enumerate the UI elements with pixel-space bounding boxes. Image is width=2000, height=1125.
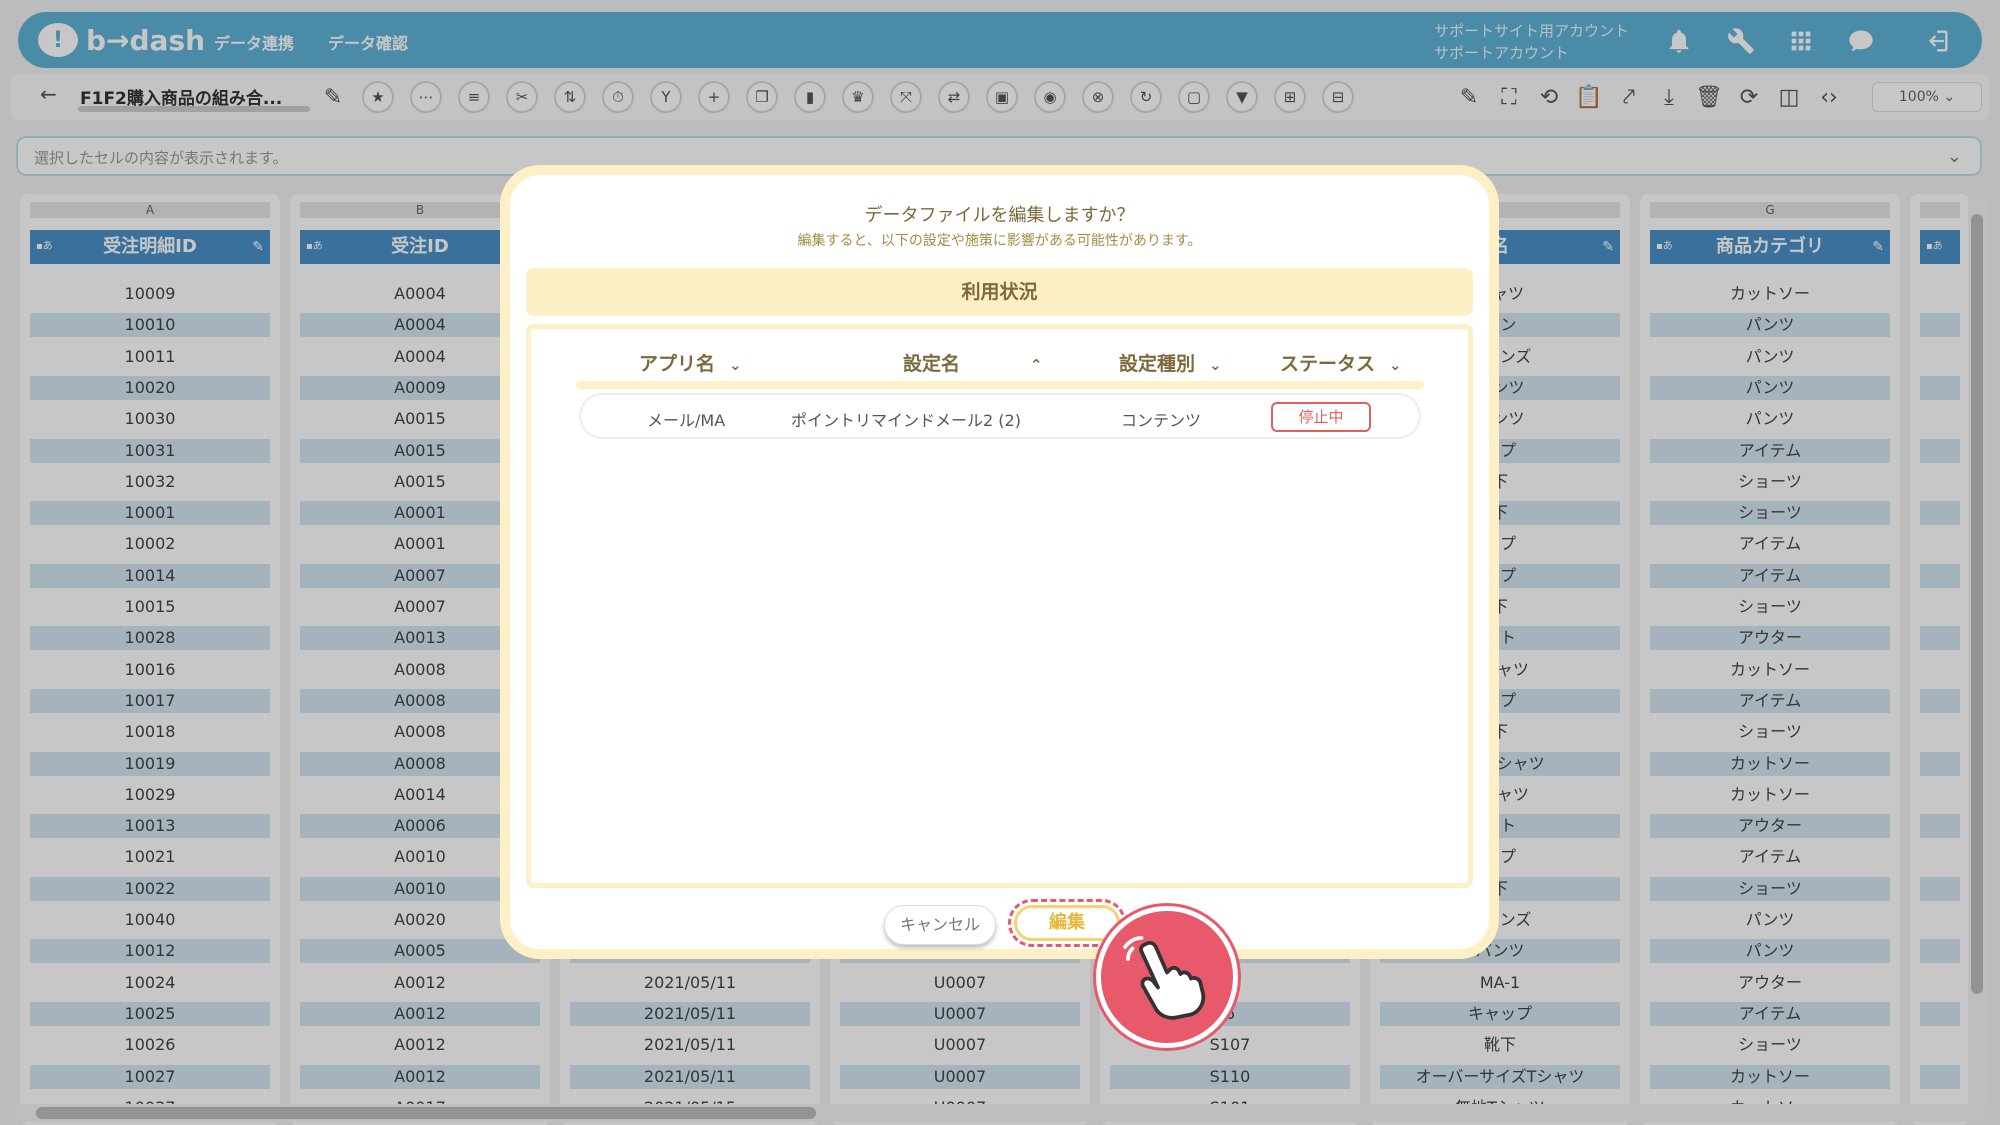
chevron-down-icon: ⌄ <box>1389 356 1402 374</box>
chevron-up-icon: ⌃ <box>1030 356 1043 374</box>
dialog-title: データファイルを編集しますか？ <box>864 205 1135 226</box>
usage-table: アプリ名 ⌄ 設定名 ⌃ 設定種別 ⌄ ステータス ⌄ メール/MA ポイントリマインド… <box>526 324 1473 888</box>
row-app: メール/MA <box>647 411 726 430</box>
header-status-label: ステータス <box>1280 353 1376 375</box>
header-app-name-label: アプリ名 <box>639 353 716 375</box>
table-row[interactable]: メール/MA ポイントリマインドメール2 (2) コンテンツ 停止中 <box>579 393 1421 439</box>
cancel-button[interactable]: キャンセル <box>884 905 996 945</box>
header-setting-name[interactable]: 設定名 ⌃ <box>903 349 1043 376</box>
edit-button-label: 編集 <box>1014 905 1120 941</box>
chevron-down-icon: ⌄ <box>729 356 742 374</box>
header-status[interactable]: ステータス ⌄ <box>1280 349 1402 376</box>
edit-confirm-dialog: データファイルを編集しますか？ 編集すると、以下の設定や施策に影響がある可能性が… <box>500 165 1499 959</box>
row-setting: ポイントリマインドメール2 (2) <box>791 411 1021 430</box>
chevron-down-icon: ⌄ <box>1209 356 1222 374</box>
header-app-name[interactable]: アプリ名 ⌄ <box>639 349 742 376</box>
header-setting-name-label: 設定名 <box>903 353 961 375</box>
header-setting-kind-label: 設定種別 <box>1119 353 1196 375</box>
header-divider <box>576 381 1424 389</box>
pointing-hand-icon <box>1096 906 1238 1048</box>
usage-section-title: 利用状況 <box>526 268 1473 316</box>
hand-glyph <box>1123 936 1206 1020</box>
status-badge: 停止中 <box>1271 402 1371 432</box>
row-kind: コンテンツ <box>1121 411 1202 430</box>
dialog-subtitle: 編集すると、以下の設定や施策に影響がある可能性があります。 <box>797 233 1202 249</box>
header-setting-kind[interactable]: 設定種別 ⌄ <box>1119 349 1222 376</box>
